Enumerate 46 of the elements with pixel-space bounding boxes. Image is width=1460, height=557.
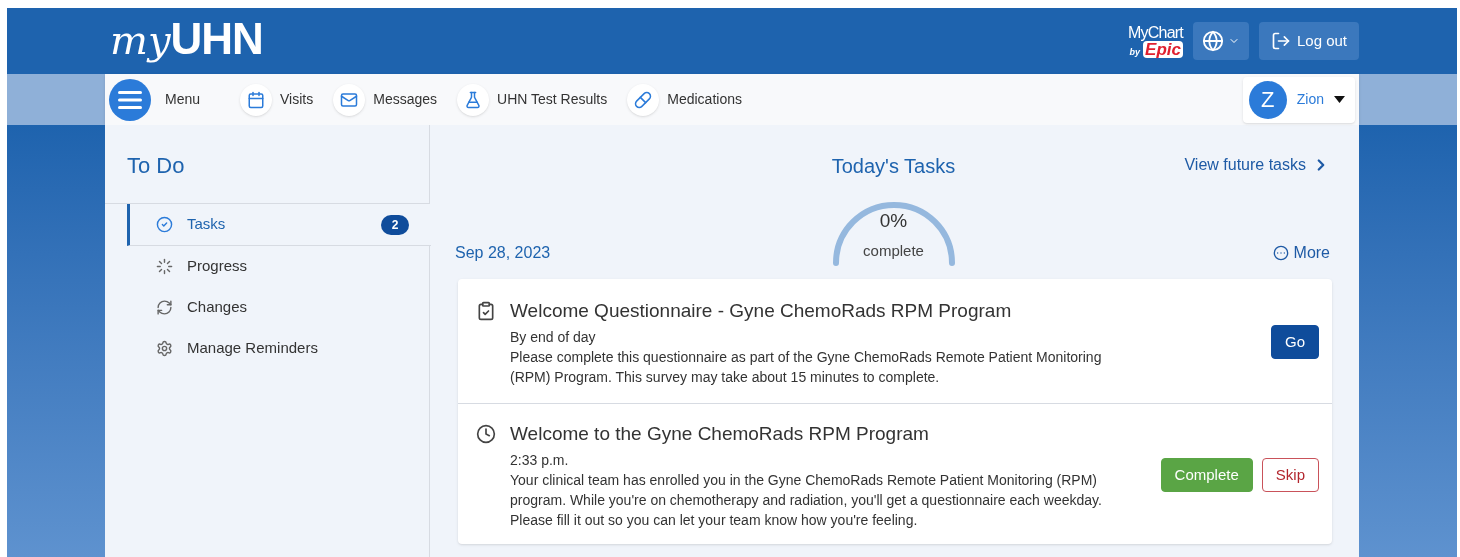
calendar-icon bbox=[247, 90, 266, 109]
clock-icon bbox=[476, 424, 496, 444]
count-badge: 2 bbox=[381, 214, 409, 235]
user-menu[interactable]: Z Zion bbox=[1242, 76, 1355, 123]
nav-link[interactable]: Medications bbox=[627, 83, 742, 116]
task-title: Welcome Questionnaire - Gyne ChemoRads RPM Program bbox=[510, 299, 1013, 323]
nav-link[interactable]: Messages bbox=[333, 83, 438, 116]
language-button[interactable] bbox=[1192, 22, 1249, 60]
settings-icon bbox=[156, 340, 173, 357]
sidebar-tab[interactable]: Changes bbox=[127, 287, 427, 328]
avatar: Z bbox=[1248, 80, 1287, 119]
logo[interactable]: myUHN bbox=[110, 17, 263, 61]
flask-icon bbox=[464, 90, 483, 109]
menu-button[interactable]: Menu bbox=[109, 78, 201, 121]
pill-icon bbox=[634, 90, 653, 109]
progress-icon bbox=[156, 258, 173, 275]
nav-link[interactable]: Visits bbox=[240, 83, 314, 116]
sync-icon bbox=[156, 299, 173, 316]
future-tasks-link[interactable]: View future tasks bbox=[1184, 153, 1330, 177]
sidebar-tab[interactable]: Progress bbox=[127, 246, 427, 287]
menu-icon bbox=[118, 90, 142, 109]
envelope-icon bbox=[340, 90, 359, 109]
task-action-button[interactable]: Go bbox=[1271, 325, 1319, 359]
task-action-button[interactable]: Skip bbox=[1261, 458, 1319, 492]
task-description: Your clinical team has enrolled you in the Gyne ChemoRads Remote Patient Monitoring (RPM) program. While you're on chemotherapy and radiation, you'll get a questionnaire each weekday. Please fill it out so you can let your team know how you're feeling. bbox=[510, 471, 1103, 530]
sidebar-title: To Do bbox=[127, 152, 186, 180]
task-description: Please complete this questionnaire as part of the Gyne ChemoRads Remote Patient Monitoring (RPM) Program. This survey may take about 15 minutes to complete. bbox=[510, 348, 1103, 387]
more-button[interactable]: More bbox=[1272, 241, 1330, 265]
ellipsis-icon bbox=[1272, 245, 1289, 261]
task-due: 2:33 p.m. bbox=[510, 451, 570, 470]
task-due: By end of day bbox=[510, 328, 597, 347]
task-title: Welcome to the Gyne ChemoRads RPM Program bbox=[510, 422, 930, 446]
progress-percent: 0% bbox=[879, 209, 908, 233]
clipboard-check-icon bbox=[476, 301, 496, 321]
sidebar-tab[interactable]: Manage Reminders bbox=[127, 328, 427, 369]
nav-link[interactable]: UHN Test Results bbox=[457, 83, 608, 116]
globe-icon bbox=[1201, 30, 1224, 52]
check-circle-icon bbox=[156, 216, 173, 233]
logout-icon bbox=[1270, 31, 1291, 51]
page-title: Today's Tasks bbox=[831, 154, 956, 179]
caret-icon bbox=[1334, 96, 1345, 103]
partner-logo: MyChart by Epic bbox=[1128, 24, 1183, 58]
date-heading: Sep 28, 2023 bbox=[455, 243, 552, 263]
logout-button[interactable]: Log out bbox=[1258, 22, 1359, 60]
sidebar-tab[interactable]: Tasks 2 bbox=[127, 204, 431, 246]
progress-caption: complete bbox=[863, 241, 924, 261]
